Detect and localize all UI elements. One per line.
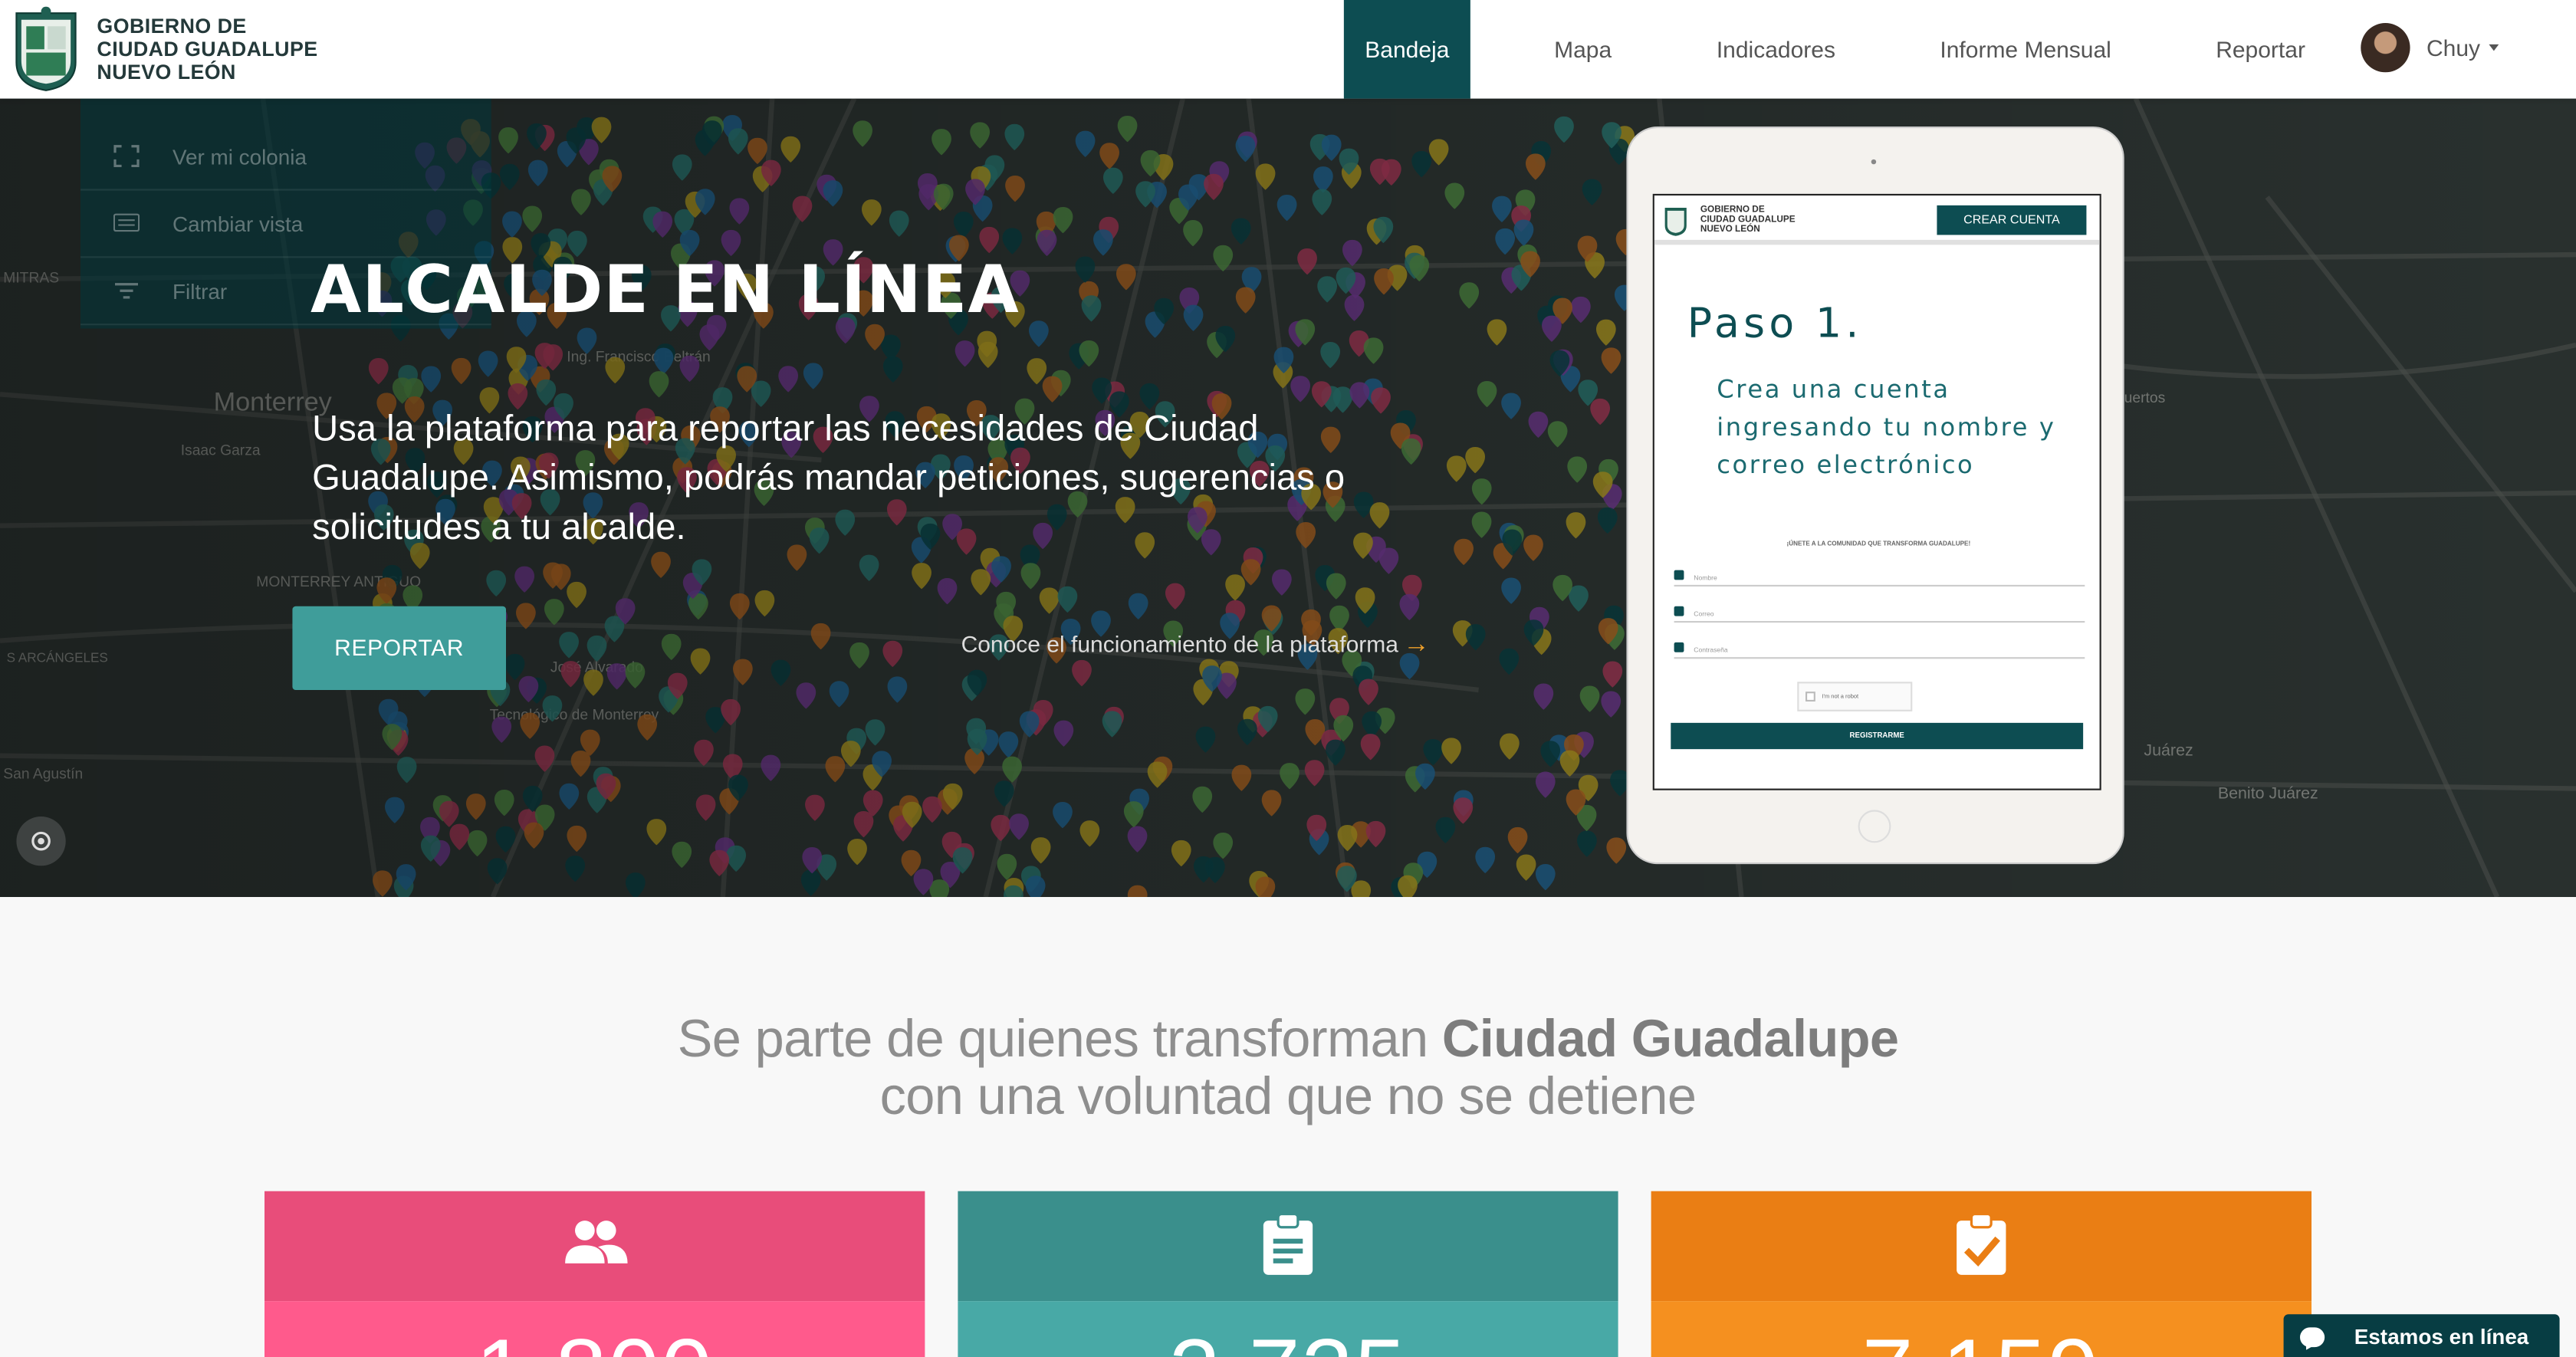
- reportar-button[interactable]: REPORTAR: [292, 606, 506, 690]
- stat-value: 7,159: [1651, 1318, 2312, 1357]
- user-icon: [1674, 570, 1684, 580]
- arrow-right-icon: →: [1403, 630, 1430, 659]
- how-it-works-label: Conoce el funcionamiento de la plataform…: [961, 630, 1398, 658]
- clipboard-check-icon: [1957, 1212, 2006, 1275]
- name-field-placeholder: Nombre: [1694, 573, 1717, 582]
- tablet-screen: GOBIERNO DE CIUDAD GUADALUPE NUEVO LEÓN …: [1652, 193, 2101, 790]
- top-navbar: GOBIERNO DE CIUDAD GUADALUPE NUEVO LEÓN …: [0, 0, 2576, 99]
- map-panel-ver-colonia[interactable]: Ver mi colonia: [80, 125, 491, 191]
- tablet-camera: [1871, 159, 1877, 165]
- join-text: ¡ÚNETE A LA COMUNIDAD QUE TRANSFORMA GUA…: [1786, 540, 1971, 547]
- hero-description: Usa la plataforma para reportar las nece…: [312, 407, 1346, 547]
- city-seal-icon: [15, 6, 77, 91]
- captcha-checkbox[interactable]: [1806, 692, 1815, 702]
- tablet-brand: GOBIERNO DE CIUDAD GUADALUPE NUEVO LEÓN: [1700, 205, 1796, 235]
- users-icon: [565, 1221, 628, 1263]
- chat-bubble-icon: [2300, 1327, 2325, 1348]
- nav-bandeja[interactable]: Bandeja: [1343, 0, 1470, 99]
- brand-line-3: NUEVO LEÓN: [97, 61, 236, 84]
- password-field[interactable]: Contraseña: [1674, 642, 2085, 659]
- stat-value: 2,735: [958, 1318, 1618, 1357]
- name-field[interactable]: Nombre: [1674, 570, 2085, 586]
- tablet-brand-line-2: CIUDAD GUADALUPE: [1700, 215, 1796, 225]
- stat-card-reports: 2,735: [958, 1191, 1618, 1357]
- captcha-widget[interactable]: I'm not a robot: [1797, 682, 1913, 711]
- mail-icon: [1674, 606, 1684, 616]
- section-headline: Se parte de quienes transforman Ciudad G…: [0, 1010, 2576, 1125]
- hero-title: ALCALDE EN LÍNEA: [310, 253, 1020, 329]
- nav-indicadores[interactable]: Indicadores: [1697, 0, 1855, 99]
- map-panel-label: Ver mi colonia: [172, 144, 307, 169]
- crear-cuenta-button[interactable]: CREAR CUENTA: [1937, 205, 2087, 235]
- city-seal-icon: [1664, 207, 1687, 236]
- headline-bold: Ciudad Guadalupe: [1441, 1008, 1899, 1068]
- brand-line-1: GOBIERNO DE: [97, 15, 247, 38]
- lock-icon: [1674, 642, 1684, 652]
- live-chat-widget[interactable]: Estamos en línea: [2283, 1314, 2560, 1357]
- clipboard-icon: [1263, 1212, 1313, 1275]
- map-panel-cambiar-vista[interactable]: Cambiar vista: [80, 192, 491, 258]
- nav-informe-mensual[interactable]: Informe Mensual: [1919, 0, 2133, 99]
- step-title: Paso 1.: [1687, 299, 1863, 347]
- locate-me-button[interactable]: [16, 816, 66, 866]
- registrarme-button[interactable]: REGISTRARME: [1671, 722, 2084, 750]
- tablet-mockup: GOBIERNO DE CIUDAD GUADALUPE NUEVO LEÓN …: [1628, 128, 2123, 863]
- stat-card-users: 1,800: [264, 1191, 925, 1357]
- map-panel-label: Cambiar vista: [172, 212, 304, 237]
- tablet-brand-line-3: NUEVO LEÓN: [1700, 225, 1760, 235]
- crosshair-icon: [31, 831, 51, 851]
- headline-line-2: con una voluntad que no se detiene: [879, 1066, 1697, 1125]
- captcha-label: I'm not a robot: [1822, 693, 1859, 700]
- user-menu-name[interactable]: Chuy: [2426, 0, 2480, 95]
- keyboard-icon: [113, 213, 140, 232]
- email-field[interactable]: Correo: [1674, 606, 2085, 623]
- user-avatar[interactable]: [2361, 23, 2410, 73]
- headline-part-1: Se parte de quienes transforman: [677, 1008, 1442, 1068]
- tablet-home-button: [1858, 810, 1891, 843]
- brand-logo[interactable]: GOBIERNO DE CIUDAD GUADALUPE NUEVO LEÓN: [15, 6, 318, 92]
- password-field-placeholder: Contraseña: [1694, 646, 1728, 654]
- step-description: Crea una cuenta ingresando tu nombre y c…: [1717, 374, 2056, 480]
- chat-label: Estamos en línea: [2354, 1324, 2529, 1349]
- tablet-header: GOBIERNO DE CIUDAD GUADALUPE NUEVO LEÓN …: [1654, 195, 2100, 245]
- how-it-works-link[interactable]: Conoce el funcionamiento de la plataform…: [961, 631, 1430, 661]
- stat-value: 1,800: [264, 1318, 925, 1357]
- fullscreen-icon: [113, 145, 140, 168]
- brand-line-2: CIUDAD GUADALUPE: [97, 38, 318, 61]
- chevron-down-icon[interactable]: [2489, 44, 2499, 51]
- nav-reportar[interactable]: Reportar: [2198, 0, 2323, 99]
- filter-icon: [114, 283, 138, 299]
- nav-mapa[interactable]: Mapa: [1521, 0, 1644, 99]
- email-field-placeholder: Correo: [1694, 610, 1714, 618]
- hero-section: MonterreyMONTERREY ANTIGUOIsaac GarzaIng…: [0, 98, 2576, 898]
- map-panel-label: Filtrar: [172, 279, 228, 304]
- stat-card-resolved: 7,159: [1651, 1191, 2312, 1357]
- tablet-brand-line-1: GOBIERNO DE: [1700, 205, 1765, 215]
